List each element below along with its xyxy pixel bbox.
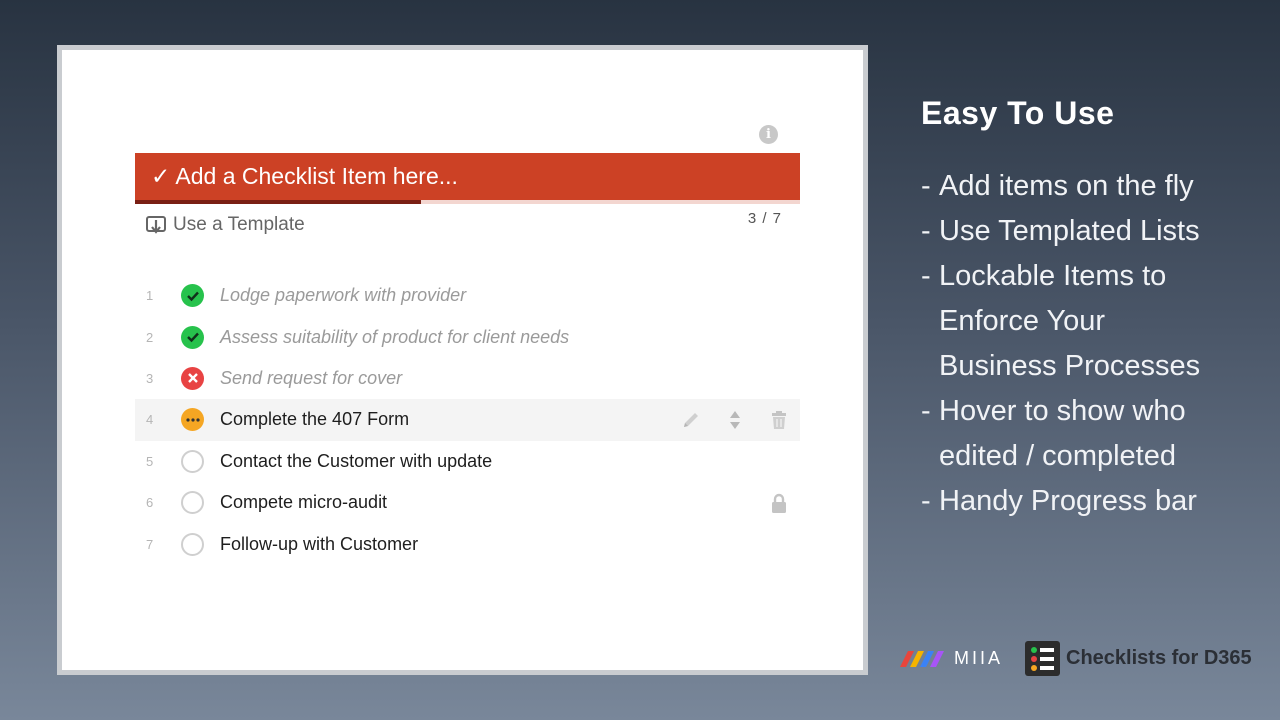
list-item[interactable]: 2 Assess suitability of product for clie… (135, 316, 800, 357)
checklist-app-icon (1025, 640, 1061, 676)
feature-item: - Add items on the fly (921, 170, 1194, 202)
check-done-icon[interactable] (181, 325, 204, 349)
miia-logo: MIIA (900, 648, 1003, 669)
list-item[interactable]: 4 Complete the 407 Form (135, 399, 800, 441)
feature-item: - Lockable Items to Enforce Your Business… (921, 260, 1201, 382)
item-number: 4 (146, 412, 154, 428)
item-label: Send request for cover (220, 367, 403, 388)
screenshot-frame: i ✓ Add a Checklist Item here... Use a T… (57, 45, 868, 675)
feature-item: - Handy Progress bar (921, 485, 1197, 517)
open-circle-icon[interactable] (181, 532, 204, 556)
open-circle-icon[interactable] (181, 449, 204, 473)
reorder-arrows-icon[interactable] (724, 409, 746, 431)
list-item[interactable]: 7 Follow-up with Customer (135, 523, 800, 564)
item-number: 7 (146, 536, 154, 552)
cross-failed-icon[interactable] (181, 366, 204, 390)
checklist-panel: i ✓ Add a Checklist Item here... Use a T… (62, 50, 863, 670)
lock-icon[interactable] (768, 492, 790, 514)
edit-pencil-icon[interactable] (680, 409, 702, 431)
features-list: Easy To Use - Add items on the fly - Use T… (921, 95, 1261, 524)
miia-mark-icon (900, 651, 944, 667)
progress-bar (135, 200, 800, 204)
check-done-icon[interactable] (181, 284, 204, 308)
item-label: Contact the Customer with update (220, 450, 493, 471)
list-item[interactable]: 6 Compete micro-audit (135, 482, 800, 523)
in-progress-icon[interactable] (181, 408, 204, 432)
item-number: 6 (146, 495, 154, 511)
item-label: Assess suitability of product for client… (220, 326, 570, 347)
miia-text: MIIA (954, 647, 1004, 668)
trash-icon[interactable] (768, 409, 790, 431)
item-label: Follow-up with Customer (220, 533, 419, 554)
row-actions (680, 399, 790, 440)
branding: MIIA Checklists for D365 (900, 640, 1252, 676)
features-title: Easy To Use (921, 95, 1115, 131)
list-item[interactable]: 1 Lodge paperwork with provider (135, 275, 800, 316)
checklists-logo: Checklists for D365 (1025, 640, 1252, 676)
item-number: 2 (146, 329, 154, 345)
progress-counter: 3 / 7 (747, 210, 782, 227)
use-template-label: Use a Template (173, 214, 305, 235)
add-item-input[interactable]: ✓ Add a Checklist Item here... (135, 153, 800, 200)
checklists-text: Checklists for D365 (1066, 646, 1252, 669)
open-circle-icon[interactable] (181, 491, 204, 515)
row-actions (768, 482, 790, 523)
list-item[interactable]: 3 Send request for cover (135, 358, 800, 399)
download-template-icon (146, 216, 166, 234)
feature-item: - Hover to show who edited / completed (921, 395, 1186, 472)
progress-bar-fill (135, 200, 421, 204)
checklist-items: 1 Lodge paperwork with provider 2 Assess… (135, 275, 800, 565)
item-label: Compete micro-audit (220, 492, 388, 513)
item-number: 5 (146, 453, 154, 469)
item-number: 1 (146, 288, 154, 304)
item-label: Lodge paperwork with provider (220, 285, 467, 306)
feature-item: - Use Templated Lists (921, 215, 1200, 247)
item-number: 3 (146, 370, 154, 386)
use-template-button[interactable]: Use a Template (145, 210, 305, 240)
list-item[interactable]: 5 Contact the Customer with update (135, 441, 800, 482)
info-icon[interactable]: i (759, 125, 778, 144)
item-label: Complete the 407 Form (220, 409, 410, 430)
